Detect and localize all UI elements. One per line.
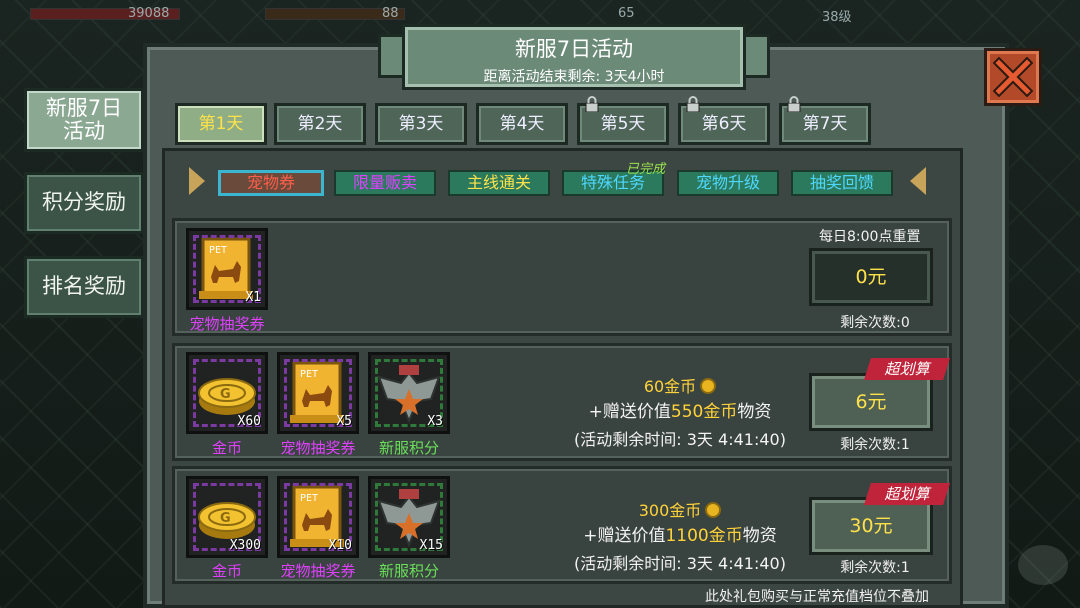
item-quantity: X1: [245, 290, 261, 305]
tab-label: 第7天: [802, 114, 848, 134]
scroll-right-arrow-icon[interactable]: [910, 167, 926, 195]
gift-suffix: 物资: [742, 526, 777, 546]
item-label: 金币: [211, 562, 242, 580]
item-quantity: X5: [336, 414, 352, 429]
item-label: 新服积分: [378, 562, 439, 580]
item-quantity: X15: [419, 538, 443, 553]
lock-icon: [686, 96, 700, 112]
tab-label: 第2天: [297, 114, 343, 134]
offer-time: (活动剩余时间: 3天 4:41:40): [574, 554, 786, 573]
item-slot[interactable]: PET X5: [277, 352, 359, 434]
offer-description: 60金币 +赠送价值550金币物资 (活动剩余时间: 3天 4:41:40): [560, 373, 800, 450]
item-quantity: X300: [229, 538, 261, 553]
tab-day-7[interactable]: 第7天: [779, 96, 871, 145]
svg-text:G: G: [220, 387, 231, 402]
item-slot[interactable]: G X60: [186, 352, 268, 434]
item-slot[interactable]: PET X10: [277, 476, 359, 558]
gift-value: 550金币: [670, 402, 738, 422]
category-main-stage[interactable]: 主线通关: [448, 170, 550, 196]
category-lottery-reward[interactable]: 抽奖回馈: [791, 170, 893, 196]
item-label: 宠物抽奖券: [280, 439, 356, 457]
item-slot[interactable]: X15: [368, 476, 450, 558]
chat-bubble[interactable]: [1018, 545, 1068, 585]
completed-tag: 已完成: [626, 162, 666, 177]
side-tab-points[interactable]: 积分奖励: [24, 172, 144, 234]
category-limited-sale[interactable]: 限量贩卖: [334, 170, 436, 196]
remaining-count: 剩余次数:1: [840, 437, 910, 453]
svg-text:PET: PET: [300, 369, 318, 380]
item-slot[interactable]: PET X1: [186, 228, 268, 310]
tab-day-4[interactable]: 第4天: [476, 103, 568, 145]
tab-label: 第3天: [398, 114, 444, 134]
item-quantity: X10: [328, 538, 352, 553]
gift-suffix: 物资: [737, 402, 772, 422]
page-title: 新服7日活动: [514, 37, 634, 61]
offer-description: 300金币 +赠送价值1100金币物资 (活动剩余时间: 3天 4:41:40): [552, 497, 808, 574]
tab-day-3[interactable]: 第3天: [375, 103, 467, 145]
svg-text:PET: PET: [209, 245, 227, 256]
tab-day-5[interactable]: 第5天: [577, 96, 669, 145]
side-tab-seven-day[interactable]: 新服7日 活动: [24, 88, 144, 152]
coin-icon: [705, 502, 722, 518]
svg-text:PET: PET: [300, 493, 318, 504]
item-label: 金币: [211, 439, 242, 457]
tab-label: 第6天: [701, 114, 747, 134]
buy-button-30[interactable]: 30元: [809, 497, 933, 555]
item-quantity: X3: [427, 414, 443, 429]
buy-button-6[interactable]: 6元: [809, 373, 933, 431]
category-pet-ticket[interactable]: 宠物券: [218, 170, 324, 196]
gift-prefix: +赠送价值: [583, 526, 666, 546]
item-slot[interactable]: G X300: [186, 476, 268, 558]
close-button[interactable]: [984, 48, 1042, 106]
tab-day-6[interactable]: 第6天: [678, 96, 770, 145]
hud-left-value: 39088: [128, 6, 170, 21]
offer-main: 60金币: [643, 377, 697, 396]
deal-badge: 超划算: [864, 358, 950, 380]
footer-note: 此处礼包购买与正常充值档位不叠加: [705, 589, 929, 605]
item-label: 新服积分: [378, 439, 439, 457]
offer-time: (活动剩余时间: 3天 4:41:40): [574, 430, 786, 449]
scroll-left-arrow-icon[interactable]: [189, 167, 205, 195]
coin-icon: [700, 378, 717, 394]
item-label: 宠物抽奖券: [189, 315, 265, 333]
gift-prefix: +赠送价值: [588, 402, 671, 422]
hud-level: 38级: [822, 10, 852, 25]
side-tab-ranking[interactable]: 排名奖励: [24, 256, 144, 318]
item-slot[interactable]: X3: [368, 352, 450, 434]
buy-button-free[interactable]: 0元: [809, 248, 933, 306]
event-countdown: 距离活动结束剩余: 3天4小时: [483, 69, 665, 85]
hud-mid-value: 88: [382, 6, 399, 21]
category-pet-upgrade[interactable]: 宠物升级: [677, 170, 779, 196]
remaining-count: 剩余次数:1: [840, 560, 910, 576]
remaining-count: 剩余次数:0: [840, 315, 910, 331]
offer-main: 300金币: [638, 501, 702, 520]
close-icon: [993, 57, 1033, 97]
tab-label: 第1天: [198, 114, 244, 134]
side-tab-label: 新服7日 活动: [45, 95, 123, 143]
title-plaque: 新服7日活动 距离活动结束剩余: 3天4小时: [402, 24, 746, 90]
tab-label: 第5天: [600, 114, 646, 134]
item-label: 宠物抽奖券: [280, 562, 356, 580]
side-tab-label: 排名奖励: [42, 274, 126, 299]
gift-value: 1100金币: [665, 526, 743, 546]
svg-text:G: G: [220, 511, 231, 526]
tab-day-1[interactable]: 第1天: [175, 103, 267, 145]
tab-day-2[interactable]: 第2天: [274, 103, 366, 145]
hud-right-value: 65: [618, 6, 635, 21]
lock-icon: [585, 96, 599, 112]
tab-label: 第4天: [499, 114, 545, 134]
item-quantity: X60: [237, 414, 261, 429]
side-tab-label: 积分奖励: [42, 190, 126, 215]
deal-badge: 超划算: [864, 483, 950, 505]
lock-icon: [787, 96, 801, 112]
daily-reset-text: 每日8:00点重置: [819, 229, 921, 245]
